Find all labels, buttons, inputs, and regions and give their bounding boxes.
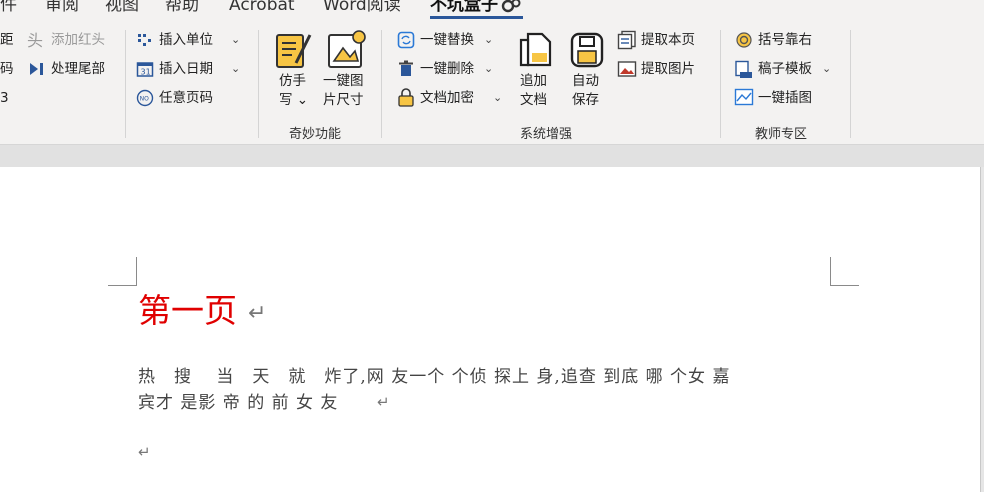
chevron-down-icon: ⌄: [822, 62, 832, 75]
margin-corner-top-left: [108, 257, 137, 286]
extract-page-icon: [617, 30, 636, 50]
separator: [381, 30, 382, 138]
paper-template-label: 稿子模板: [758, 61, 812, 77]
handwriting-icon: [276, 34, 312, 68]
gear-icon: [501, 0, 521, 13]
svg-text:NO: NO: [140, 96, 149, 103]
separator: [720, 30, 721, 138]
separator: [258, 30, 259, 138]
group-label-magic: 奇妙功能: [289, 127, 342, 142]
group-label-system: 系统增强: [520, 127, 573, 142]
document-page[interactable]: 第一页 ↵ 热 搜 当 天 就 炸了,网 友一个 个侦 探上 身,追查 到底 哪…: [0, 167, 981, 492]
image-size-icon: [328, 30, 366, 68]
bracket-right-label: 括号靠右: [758, 32, 812, 48]
page-number-icon: NO: [136, 89, 154, 107]
append-doc-icon: [519, 32, 552, 67]
tab-word-reading[interactable]: Word阅读: [323, 0, 401, 16]
paragraph-mark: ↵: [248, 301, 267, 326]
save-icon: [570, 32, 604, 68]
image-size-label-2: 片尺寸: [323, 92, 364, 108]
active-tab-underline: [430, 16, 523, 19]
document-background: [0, 145, 984, 167]
separator: [850, 30, 851, 138]
append-doc-label-2: 文档: [520, 92, 547, 108]
insert-date-label: 插入日期: [159, 61, 213, 77]
paragraph-mark: ↵: [138, 443, 151, 461]
separator: [125, 30, 126, 138]
menu-bar: 件 审阅 视图 帮助 Acrobat Word阅读 不坑盒子: [0, 0, 984, 22]
one-click-delete-label: 一键删除: [420, 61, 474, 77]
insert-unit-label: 插入单位: [159, 32, 213, 48]
unit-icon: [138, 34, 151, 46]
template-icon: [735, 60, 752, 78]
tail-icon: [30, 63, 43, 75]
chevron-down-icon: ⌄: [484, 62, 494, 75]
svg-text:31: 31: [141, 68, 151, 77]
trash-icon: [399, 60, 413, 76]
extract-images-label: 提取图片: [641, 61, 695, 77]
ribbon-partial-label-1[interactable]: 距: [0, 31, 14, 49]
chevron-down-icon: ⌄: [493, 91, 503, 104]
doc-encrypt-label: 文档加密: [420, 90, 474, 106]
extract-page-label: 提取本页: [641, 32, 695, 48]
add-header-label: 添加红头: [51, 32, 105, 48]
paragraph-mark: ↵: [377, 393, 390, 411]
bracket-icon: [736, 32, 752, 48]
imitate-handwriting-label-1: 仿手: [279, 73, 306, 89]
group-label-teacher: 教师专区: [755, 127, 808, 142]
ribbon-partial-label-3[interactable]: 3: [0, 89, 9, 107]
tab-help[interactable]: 帮助: [165, 0, 199, 16]
chevron-down-icon: ⌄: [484, 33, 494, 46]
tab-review[interactable]: 审阅: [45, 0, 79, 16]
one-click-replace-label: 一键替换: [420, 32, 474, 48]
page-heading[interactable]: 第一页: [138, 291, 237, 331]
insert-image-icon: [734, 88, 754, 106]
ribbon-partial-label-2[interactable]: 码: [0, 60, 14, 78]
tab-acrobat[interactable]: Acrobat: [229, 0, 295, 16]
auto-save-label-1: 自动: [572, 73, 599, 89]
imitate-handwriting-label-2: 写 ⌄: [279, 92, 309, 108]
tab-file-partial[interactable]: 件: [0, 0, 17, 16]
tab-bukeng-box[interactable]: 不坑盒子: [430, 0, 498, 16]
image-size-label-1: 一键图: [323, 73, 364, 89]
margin-corner-top-right: [830, 257, 859, 286]
process-tail-label: 处理尾部: [51, 61, 105, 77]
svg-text:头: 头: [27, 31, 43, 49]
calendar-icon: 31: [136, 62, 154, 77]
body-text-line-2[interactable]: 宾才 是影 帝 的 前 女 友: [138, 391, 338, 415]
auto-save-label-2: 保存: [572, 92, 599, 108]
any-page-number-label: 任意页码: [159, 90, 213, 106]
body-text-line-1[interactable]: 热 搜 当 天 就 炸了,网 友一个 个侦 探上 身,追查 到底 哪 个女 嘉: [138, 365, 730, 389]
append-doc-label-1: 追加: [520, 73, 547, 89]
one-click-illustration-label: 一键插图: [758, 90, 812, 106]
chevron-down-icon: ⌄: [231, 62, 241, 75]
ribbon: 距 码 3 头 添加红头 处理尾部 插入单位 ⌄ 31 插入日期 ⌄ NO 任意…: [0, 22, 984, 145]
lock-icon: [398, 88, 414, 107]
replace-icon: [397, 31, 415, 49]
image-icon: [617, 61, 637, 77]
tab-view[interactable]: 视图: [105, 0, 139, 16]
chevron-down-icon: ⌄: [231, 33, 241, 46]
header-icon: 头: [27, 31, 43, 49]
